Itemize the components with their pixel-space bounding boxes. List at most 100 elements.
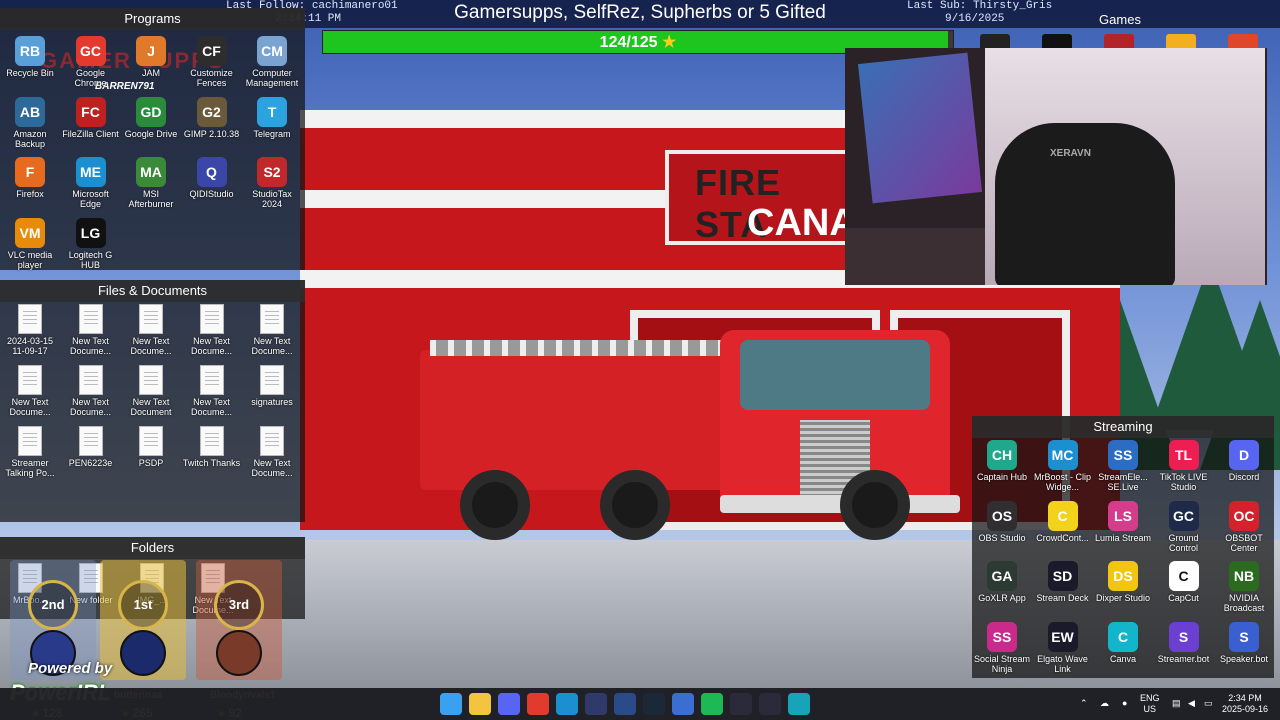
desktop-shortcut[interactable]: G2 GIMP 2.10.38 bbox=[182, 96, 242, 139]
goal-count: 124/125 bbox=[599, 34, 658, 51]
desktop-shortcut[interactable]: CH Captain Hub bbox=[972, 440, 1032, 482]
desktop-shortcut[interactable]: New Text Docume... bbox=[182, 365, 242, 417]
desktop-shortcut[interactable]: New Text Docume... bbox=[61, 365, 121, 417]
desktop-shortcut[interactable]: J JAM bbox=[121, 36, 181, 78]
text-file-icon bbox=[18, 365, 42, 395]
desktop-shortcut[interactable]: SD Stream Deck bbox=[1033, 561, 1093, 603]
desktop-shortcut[interactable]: D Discord bbox=[1214, 440, 1274, 482]
desktop-shortcut[interactable]: C CapCut bbox=[1154, 561, 1214, 603]
desktop-shortcut[interactable]: Twitch Thanks bbox=[182, 426, 242, 468]
arrow-app-icon[interactable] bbox=[759, 693, 781, 715]
app-icon-mwd[interactable] bbox=[585, 693, 607, 715]
desktop-shortcut[interactable]: VM VLC media player bbox=[0, 217, 60, 270]
chevron-up-icon[interactable]: ⌃ bbox=[1080, 698, 1088, 709]
desktop-shortcut[interactable]: S Streamer.bot bbox=[1154, 621, 1214, 664]
desktop-shortcut[interactable]: signatures bbox=[242, 365, 302, 407]
desktop-shortcut[interactable]: LG Logitech G HUB bbox=[61, 217, 121, 270]
chrome-icon[interactable] bbox=[527, 693, 549, 715]
shortcut-label: Stream Deck bbox=[1036, 593, 1089, 603]
desktop-shortcut[interactable]: GC Google Chrome bbox=[61, 36, 121, 88]
desktop-shortcut[interactable]: GC Ground Control bbox=[1154, 500, 1214, 553]
amazon-photos-icon: AB bbox=[15, 96, 45, 127]
desktop-shortcut[interactable]: SS Social Stream Ninja bbox=[972, 621, 1032, 674]
game-icon-3[interactable] bbox=[1104, 34, 1134, 48]
desktop-shortcut[interactable]: F Firefox bbox=[0, 157, 60, 199]
desktop-shortcut[interactable]: CM Computer Management bbox=[242, 36, 302, 88]
social-stream-ninja-icon: SS bbox=[987, 621, 1017, 652]
shortcut-label: Amazon Backup bbox=[13, 128, 47, 149]
shortcut-label: StreamEle... SE.Live bbox=[1098, 472, 1148, 492]
discord-icon[interactable] bbox=[498, 693, 520, 715]
cloud-icon[interactable]: ☁ bbox=[1100, 698, 1109, 709]
windows-start-icon[interactable] bbox=[440, 693, 462, 715]
desktop-shortcut[interactable]: 2024-03-15 11-09-17 bbox=[0, 304, 60, 356]
desktop-shortcut[interactable]: RB Recycle Bin bbox=[0, 36, 60, 78]
desktop-shortcut[interactable]: C CrowdCont... bbox=[1033, 500, 1093, 543]
edge-icon[interactable] bbox=[556, 693, 578, 715]
desktop-shortcut[interactable]: TL TikTok LIVE Studio bbox=[1154, 440, 1214, 492]
desktop-shortcut[interactable]: S2 StudioTax 2024 bbox=[242, 157, 302, 209]
desktop-shortcut[interactable]: New Text Docume... bbox=[0, 365, 60, 417]
desktop-shortcut[interactable]: Streamer Talking Po... bbox=[0, 426, 60, 478]
desktop-shortcut[interactable]: ME Microsoft Edge bbox=[61, 157, 121, 209]
desktop-shortcut[interactable]: DS Dixper Studio bbox=[1093, 561, 1153, 603]
desktop-shortcut[interactable]: OC OBSBOT Center bbox=[1214, 500, 1274, 553]
desktop-shortcut[interactable]: LS Lumia Stream bbox=[1093, 500, 1153, 543]
desktop-shortcut[interactable]: FC FileZilla Client bbox=[61, 96, 121, 139]
desktop-shortcut[interactable]: New Text Docume... bbox=[242, 304, 302, 356]
desktop-shortcut[interactable]: MC MrBoost - Clip Widge... bbox=[1033, 440, 1093, 492]
desktop-shortcut[interactable]: AB Amazon Backup bbox=[0, 96, 60, 149]
shortcut-label: Streamer Talking Po... bbox=[5, 458, 55, 478]
notes-app-icon[interactable] bbox=[672, 693, 694, 715]
file-explorer-icon[interactable] bbox=[469, 693, 491, 715]
network-icon[interactable]: ▤ bbox=[1172, 698, 1181, 709]
shortcut-label: New Text Docume... bbox=[190, 397, 232, 417]
ground-control-icon: GC bbox=[1168, 500, 1199, 531]
telegram-icon: T bbox=[257, 96, 287, 127]
spotify-icon[interactable] bbox=[701, 693, 723, 715]
desktop-shortcut[interactable]: New Text Docume... bbox=[182, 304, 242, 356]
text-file-icon bbox=[139, 304, 163, 334]
desktop-shortcut[interactable]: SS StreamEle... SE.Live bbox=[1093, 440, 1153, 492]
battery-icon[interactable]: ▭ bbox=[1204, 698, 1213, 709]
shortcut-label: QIDIStudio bbox=[189, 189, 234, 199]
desktop-shortcut[interactable]: New Text Docume... bbox=[61, 304, 121, 356]
fence-programs[interactable]: Programs GAMER SUPPS BARREN791 RB Recycle… bbox=[0, 8, 305, 270]
ea-icon[interactable] bbox=[1228, 34, 1258, 48]
desktop-shortcut[interactable]: GD Google Drive bbox=[121, 96, 181, 139]
desktop-shortcut[interactable]: C Canva bbox=[1093, 621, 1153, 664]
volume-icon[interactable]: ◀ bbox=[1188, 698, 1195, 709]
game-icon-1[interactable] bbox=[980, 34, 1010, 48]
webcam-desk bbox=[845, 228, 985, 285]
desktop-shortcut[interactable]: CF Customize Fences bbox=[182, 36, 242, 88]
desktop-shortcut[interactable]: OS OBS Studio bbox=[972, 500, 1032, 543]
desktop-shortcut[interactable]: Q QIDIStudio bbox=[182, 157, 242, 199]
taskbar-clock[interactable]: 2:34 PM 2025-09-16 bbox=[1220, 693, 1270, 715]
desktop-shortcut[interactable]: New Text Docume... bbox=[242, 426, 302, 478]
fence-folders-title: Folders bbox=[0, 537, 305, 559]
shortcut-label: TikTok LIVE Studio bbox=[1159, 472, 1208, 492]
call-of-duty-icon[interactable] bbox=[1042, 34, 1072, 48]
rockstar-icon[interactable] bbox=[1166, 34, 1196, 48]
desktop-shortcut[interactable]: NB NVIDIA Broadcast bbox=[1214, 561, 1274, 613]
app-icon-teal[interactable] bbox=[788, 693, 810, 715]
desktop-shortcut[interactable]: PEN6223e bbox=[61, 426, 121, 468]
desktop-shortcut[interactable]: T Telegram bbox=[242, 96, 302, 139]
desktop-shortcut[interactable]: MA MSI Afterburner bbox=[121, 157, 181, 209]
language-indicator[interactable]: ENG US bbox=[1140, 693, 1160, 715]
shortcut-label: Twitch Thanks bbox=[182, 458, 241, 468]
fence-games[interactable]: Games bbox=[970, 8, 1270, 48]
desktop-shortcut[interactable]: New Text Document bbox=[121, 365, 181, 417]
avatar bbox=[216, 630, 262, 676]
desktop-shortcut[interactable]: PSDP bbox=[121, 426, 181, 468]
steam-icon[interactable] bbox=[643, 693, 665, 715]
desktop-shortcut[interactable]: S Speaker.bot bbox=[1214, 621, 1274, 664]
bg-app-icon[interactable] bbox=[614, 693, 636, 715]
microphone-icon[interactable]: ● bbox=[1122, 698, 1127, 709]
desktop-shortcut[interactable]: GA GoXLR App bbox=[972, 561, 1032, 603]
desktop-shortcut[interactable]: New Text Docume... bbox=[121, 304, 181, 356]
fence-streaming[interactable]: Streaming CH Captain Hub MC MrBoost - Clip … bbox=[972, 416, 1274, 678]
stream-deck-icon[interactable] bbox=[730, 693, 752, 715]
fence-files-documents[interactable]: Files & Documents 2024-03-15 11-09-17 New… bbox=[0, 280, 305, 522]
desktop-shortcut[interactable]: EW Elgato Wave Link bbox=[1033, 621, 1093, 674]
